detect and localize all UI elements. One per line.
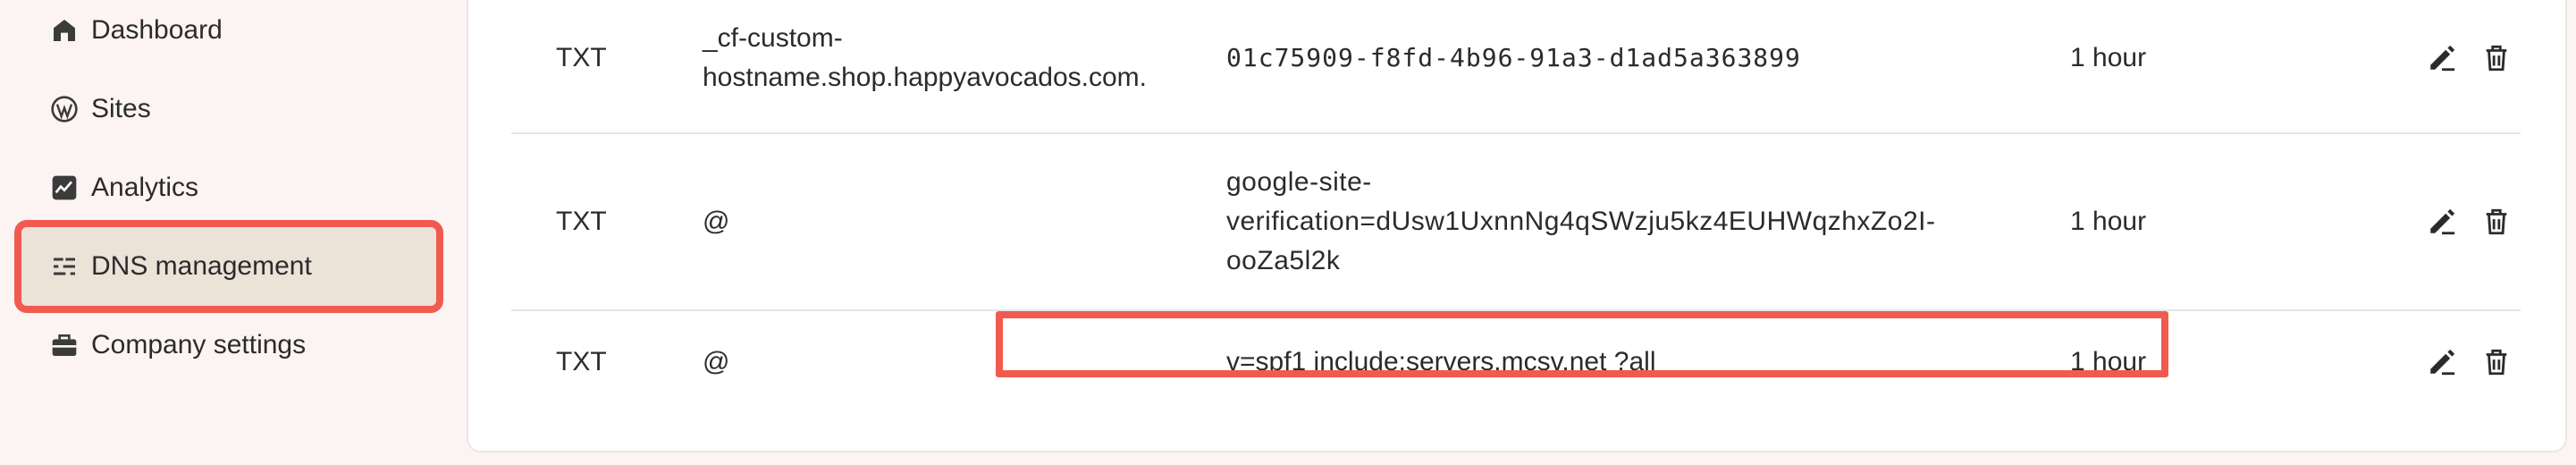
- pencil-icon: [2429, 349, 2454, 376]
- record-actions: [2424, 134, 2513, 309]
- dns-records-panel: TXT _cf-custom- hostname.shop.happyavoca…: [467, 0, 2567, 452]
- trash-icon: [2486, 45, 2506, 72]
- sidebar: Dashboard Sites Analytics DNS management…: [0, 0, 447, 465]
- delete-button[interactable]: [2479, 203, 2513, 241]
- record-ttl: 1 hour: [2070, 43, 2147, 72]
- sidebar-item-label: DNS management: [91, 251, 312, 281]
- record-value: google-site- verification=dUsw1UxnnNg4qS…: [1226, 167, 1936, 275]
- delete-button[interactable]: [2479, 343, 2513, 381]
- pencil-icon: [2429, 45, 2454, 72]
- sidebar-item-label: Company settings: [91, 330, 307, 359]
- record-name: @: [703, 207, 730, 236]
- table-row: TXT _cf-custom- hostname.shop.happyavoca…: [511, 0, 2521, 134]
- sidebar-item-label: Analytics: [91, 173, 199, 202]
- edit-button[interactable]: [2424, 343, 2459, 381]
- record-actions: [2424, 0, 2513, 132]
- record-ttl: 1 hour: [2070, 207, 2147, 236]
- record-type: TXT: [556, 43, 607, 72]
- record-name: _cf-custom- hostname.shop.happyavocados.…: [703, 23, 1147, 92]
- record-type: TXT: [556, 347, 607, 376]
- sidebar-item-label: Sites: [91, 94, 151, 123]
- pencil-icon: [2429, 208, 2454, 235]
- record-type: TXT: [556, 207, 607, 236]
- trash-icon: [2486, 208, 2506, 235]
- record-actions: [2424, 311, 2513, 413]
- sidebar-item-dns-management[interactable]: DNS management: [14, 220, 443, 313]
- sidebar-item-dashboard[interactable]: Dashboard: [21, 0, 436, 70]
- delete-button[interactable]: [2479, 39, 2513, 77]
- sidebar-item-company-settings[interactable]: Company settings: [21, 306, 436, 385]
- sidebar-item-analytics[interactable]: Analytics: [21, 148, 436, 227]
- table-row: TXT @ v=spf1 include:servers.mcsv.net ?a…: [511, 311, 2521, 413]
- record-value: v=spf1 include:servers.mcsv.net ?all: [1226, 347, 1656, 376]
- briefcase-icon: [50, 331, 79, 359]
- edit-button[interactable]: [2424, 203, 2459, 241]
- analytics-icon: [50, 173, 79, 202]
- sidebar-item-sites[interactable]: Sites: [21, 70, 436, 148]
- trash-icon: [2486, 349, 2506, 376]
- home-icon: [50, 16, 79, 45]
- wordpress-icon: [50, 95, 79, 123]
- dns-icon: [50, 252, 79, 281]
- record-value: 01c75909-f8fd-4b96-91a3-d1ad5a363899: [1226, 43, 1801, 72]
- record-ttl: 1 hour: [2070, 347, 2147, 376]
- edit-button[interactable]: [2424, 39, 2459, 77]
- sidebar-item-label: Dashboard: [91, 15, 223, 45]
- table-row: TXT @ google-site- verification=dUsw1Uxn…: [511, 134, 2521, 311]
- record-name: @: [703, 347, 730, 376]
